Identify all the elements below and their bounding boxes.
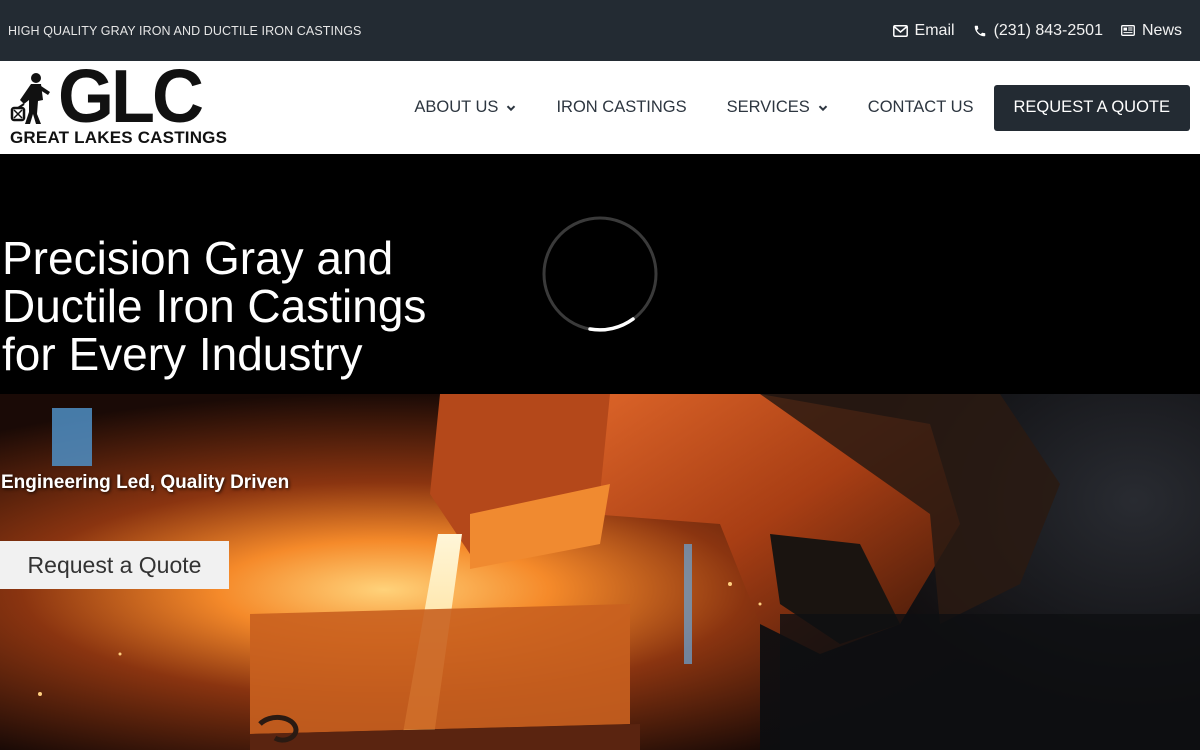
hero-request-quote-button[interactable]: Request a Quote [0, 541, 229, 589]
nav-item-label: CONTACT US [867, 98, 974, 116]
email-link[interactable]: Email [892, 21, 955, 40]
site-logo[interactable]: GLC GREAT LAKES CASTINGS [10, 54, 240, 148]
top-links: Email (231) 843-2501 News [892, 21, 1192, 40]
chevron-down-icon [818, 104, 827, 111]
hero-section: Precision Gray and Ductile Iron Castings… [0, 154, 1200, 750]
nav-item-contact-us[interactable]: CONTACT US [848, 98, 994, 117]
nav-item-label: ABOUT US [414, 98, 499, 116]
news-link[interactable]: News [1121, 22, 1182, 40]
nav-item-services[interactable]: SERVICES [707, 98, 848, 117]
logo-top: GLC [10, 54, 240, 139]
phone-link[interactable]: (231) 843-2501 [973, 22, 1103, 40]
nav-item-iron-castings[interactable]: IRON CASTINGS [536, 98, 706, 117]
request-quote-button[interactable]: REQUEST A QUOTE [993, 84, 1190, 131]
email-link-label: Email [914, 21, 955, 39]
phone-link-label: (231) 843-2501 [993, 21, 1103, 39]
envelope-icon [892, 24, 908, 37]
chevron-down-icon [507, 104, 516, 111]
main-nav: ABOUT US IRON CASTINGS SERVICES CONTACT … [394, 84, 1190, 131]
news-link-label: News [1141, 21, 1182, 39]
hero-subtitle: Engineering Led, Quality Driven [1, 472, 290, 493]
phone-icon [973, 24, 987, 38]
newspaper-icon [1121, 25, 1135, 36]
nav-item-label: SERVICES [726, 98, 810, 116]
loading-spinner-icon [542, 216, 658, 332]
logo-mark: GLC [58, 54, 204, 139]
nav-item-label: IRON CASTINGS [556, 98, 687, 116]
hero-title: Precision Gray and Ductile Iron Castings… [2, 232, 427, 380]
top-tagline: HIGH QUALITY GRAY IRON AND DUCTILE IRON … [8, 23, 362, 38]
foundry-worker-logo-icon [10, 72, 50, 124]
nav-item-about-us[interactable]: ABOUT US [394, 98, 536, 117]
site-header: GLC GREAT LAKES CASTINGS ABOUT US IRON C… [0, 54, 1200, 154]
top-bar: HIGH QUALITY GRAY IRON AND DUCTILE IRON … [0, 0, 1200, 61]
